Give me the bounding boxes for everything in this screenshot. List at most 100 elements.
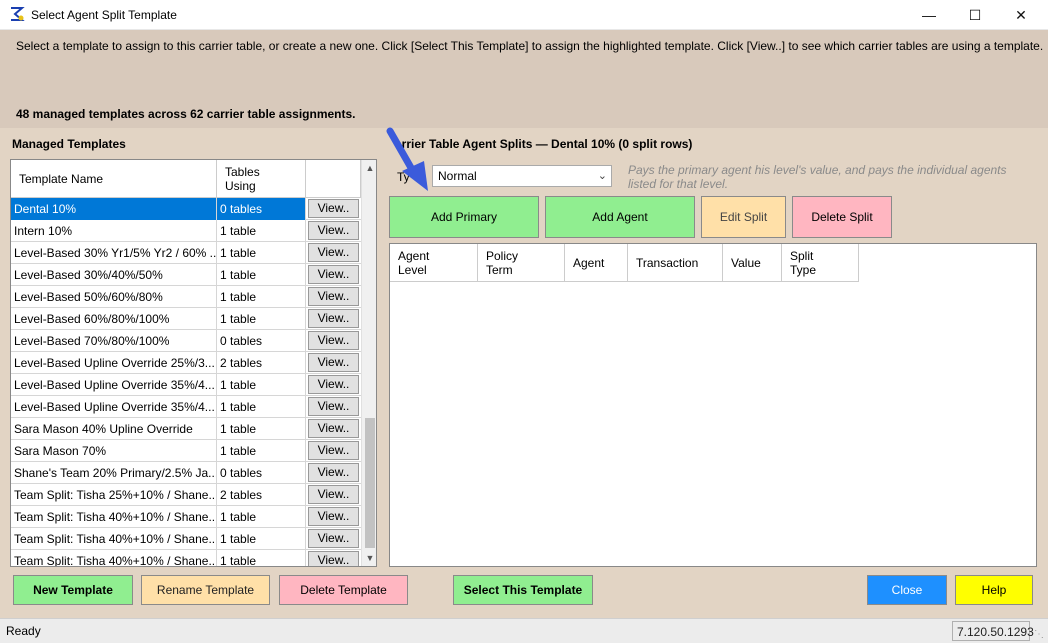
edit-split-button[interactable]: Edit Split [701,196,786,238]
select-template-button[interactable]: Select This Template [453,575,593,605]
tables-using-cell[interactable]: 1 table [217,220,306,242]
tables-using-cell[interactable]: 2 tables [217,352,306,374]
column-header-value[interactable]: Value [723,244,782,282]
template-name-cell[interactable]: Team Split: Tisha 40%+10% / Shane... [11,528,217,550]
template-row[interactable]: Level-Based Upline Override 35%/4... 1 ta… [11,396,361,418]
tables-using-cell[interactable]: 1 table [217,286,306,308]
view-button[interactable]: View.. [308,199,359,218]
tables-using-cell[interactable]: 1 table [217,308,306,330]
view-button[interactable]: View.. [308,353,359,372]
maximize-icon[interactable]: ☐ [952,0,998,30]
template-row[interactable]: Intern 10% 1 table View.. [11,220,361,242]
view-button[interactable]: View.. [308,331,359,350]
tables-using-cell[interactable]: 0 tables [217,462,306,484]
view-button[interactable]: View.. [308,287,359,306]
template-row[interactable]: Level-Based Upline Override 35%/4... 1 ta… [11,374,361,396]
tables-using-cell[interactable]: 0 tables [217,198,306,220]
column-header-policy-term[interactable]: Policy Term [478,244,565,282]
delete-split-button[interactable]: Delete Split [792,196,892,238]
scrollbar-thumb[interactable] [365,418,375,548]
template-name-cell[interactable]: Team Split: Tisha 40%+10% / Shane... [11,550,217,566]
template-name-cell[interactable]: Level-Based Upline Override 25%/3... [11,352,217,374]
template-row[interactable]: Dental 10% 0 tables View.. [11,198,361,220]
template-name-cell[interactable]: Shane's Team 20% Primary/2.5% Ja... [11,462,217,484]
view-button[interactable]: View.. [308,463,359,482]
view-button[interactable]: View.. [308,221,359,240]
tables-using-cell[interactable]: 0 tables [217,330,306,352]
tables-using-cell[interactable]: 1 table [217,440,306,462]
tables-using-cell[interactable]: 1 table [217,418,306,440]
view-button[interactable]: View.. [308,551,359,566]
new-template-button[interactable]: New Template [13,575,133,605]
tables-using-cell[interactable]: 1 table [217,506,306,528]
view-button[interactable]: View.. [308,265,359,284]
template-name-cell[interactable]: Level-Based Upline Override 35%/4... [11,374,217,396]
column-header-agent[interactable]: Agent [565,244,628,282]
rename-template-button[interactable]: Rename Template [141,575,270,605]
view-button[interactable]: View.. [308,529,359,548]
template-row[interactable]: Level-Based 30% Yr1/5% Yr2 / 60% ... 1 ta… [11,242,361,264]
template-name-cell[interactable]: Level-Based 30%/40%/50% [11,264,217,286]
view-button[interactable]: View.. [308,485,359,504]
column-header-agent-level[interactable]: Agent Level [390,244,478,282]
view-button[interactable]: View.. [308,375,359,394]
template-row[interactable]: Shane's Team 20% Primary/2.5% Ja... 0 tab… [11,462,361,484]
template-row[interactable]: Team Split: Tisha 40%+10% / Shane... 1 ta… [11,528,361,550]
template-row[interactable]: Team Split: Tisha 25%+10% / Shane... 2 ta… [11,484,361,506]
type-select[interactable]: Normal ⌄ [432,165,612,187]
tables-using-cell[interactable]: 2 tables [217,484,306,506]
scroll-up-icon[interactable]: ▲ [362,160,376,176]
view-cell: View.. [306,396,361,418]
template-name-cell[interactable]: Sara Mason 70% [11,440,217,462]
templates-grid[interactable]: Template Name Tables Using Dental 10% 0 t… [10,159,377,567]
minimize-icon[interactable]: — [906,0,952,30]
tables-using-cell[interactable]: 1 table [217,264,306,286]
view-button[interactable]: View.. [308,309,359,328]
help-button[interactable]: Help [955,575,1033,605]
view-button[interactable]: View.. [308,507,359,526]
column-header-view [306,160,361,198]
template-row[interactable]: Level-Based Upline Override 25%/3... 2 ta… [11,352,361,374]
view-button[interactable]: View.. [308,441,359,460]
template-name-cell[interactable]: Sara Mason 40% Upline Override [11,418,217,440]
template-row[interactable]: Team Split: Tisha 40%+10% / Shane... 1 ta… [11,506,361,528]
view-button[interactable]: View.. [308,243,359,262]
add-agent-button[interactable]: Add Agent [545,196,695,238]
column-header-split-type[interactable]: Split Type [782,244,859,282]
scroll-down-icon[interactable]: ▼ [362,550,376,566]
template-name-cell[interactable]: Dental 10% [11,198,217,220]
close-window-icon[interactable]: ✕ [998,0,1044,30]
column-header-transaction[interactable]: Transaction [628,244,723,282]
view-cell: View.. [306,242,361,264]
template-name-cell[interactable]: Level-Based 50%/60%/80% [11,286,217,308]
template-row[interactable]: Level-Based 30%/40%/50% 1 table View.. [11,264,361,286]
template-name-cell[interactable]: Team Split: Tisha 25%+10% / Shane... [11,484,217,506]
template-name-cell[interactable]: Level-Based 70%/80%/100% [11,330,217,352]
template-name-cell[interactable]: Level-Based 60%/80%/100% [11,308,217,330]
close-button[interactable]: Close [867,575,947,605]
splits-grid[interactable]: Agent Level Policy Term Agent Transactio… [389,243,1037,567]
templates-scrollbar[interactable]: ▲ ▼ [361,160,376,566]
tables-using-cell[interactable]: 1 table [217,242,306,264]
template-name-cell[interactable]: Level-Based 30% Yr1/5% Yr2 / 60% ... [11,242,217,264]
template-name-cell[interactable]: Level-Based Upline Override 35%/4... [11,396,217,418]
resize-grip-icon[interactable]: ⋱ [1034,629,1044,640]
template-row[interactable]: Sara Mason 70% 1 table View.. [11,440,361,462]
template-name-cell[interactable]: Intern 10% [11,220,217,242]
add-primary-button[interactable]: Add Primary [389,196,539,238]
column-header-tables-using[interactable]: Tables Using [217,160,306,198]
template-row[interactable]: Team Split: Tisha 40%+10% / Shane... 1 ta… [11,550,361,566]
tables-using-cell[interactable]: 1 table [217,374,306,396]
template-row[interactable]: Level-Based 50%/60%/80% 1 table View.. [11,286,361,308]
template-name-cell[interactable]: Team Split: Tisha 40%+10% / Shane... [11,506,217,528]
template-row[interactable]: Level-Based 60%/80%/100% 1 table View.. [11,308,361,330]
tables-using-cell[interactable]: 1 table [217,396,306,418]
tables-using-cell[interactable]: 1 table [217,528,306,550]
view-button[interactable]: View.. [308,397,359,416]
tables-using-cell[interactable]: 1 table [217,550,306,566]
template-row[interactable]: Sara Mason 40% Upline Override 1 table Vie… [11,418,361,440]
delete-template-button[interactable]: Delete Template [279,575,408,605]
view-button[interactable]: View.. [308,419,359,438]
template-row[interactable]: Level-Based 70%/80%/100% 0 tables View.. [11,330,361,352]
column-header-template-name[interactable]: Template Name [11,160,217,198]
